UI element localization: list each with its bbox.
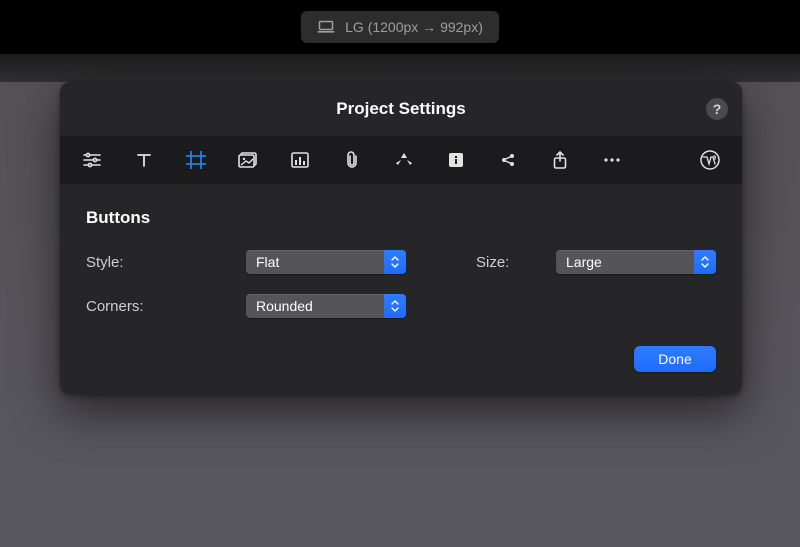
frame-icon[interactable] — [182, 146, 210, 174]
corners-label: Corners: — [86, 298, 246, 315]
size-label: Size: — [476, 254, 556, 271]
size-select[interactable]: Large — [556, 250, 716, 274]
panel-header: Project Settings ? — [60, 82, 742, 136]
info-icon[interactable] — [442, 146, 470, 174]
more-icon[interactable] — [598, 146, 626, 174]
image-icon[interactable] — [234, 146, 262, 174]
chevron-updown-icon — [694, 250, 716, 274]
done-button[interactable]: Done — [634, 346, 716, 372]
export-icon[interactable] — [546, 146, 574, 174]
help-button[interactable]: ? — [706, 98, 728, 120]
breakpoint-label: LG (1200px → 992px) — [345, 19, 483, 35]
done-label: Done — [658, 351, 691, 367]
laptop-icon — [317, 20, 335, 34]
top-menubar: LG (1200px → 992px) — [0, 0, 800, 54]
panel-backdrop — [0, 54, 800, 82]
form-grid: Style: Flat Size: Large Corners: Rounded — [86, 250, 716, 318]
chevron-updown-icon — [384, 294, 406, 318]
style-select[interactable]: Flat — [246, 250, 406, 274]
buttons-section: Buttons Style: Flat Size: Large Corners:… — [60, 184, 742, 318]
style-value: Flat — [256, 254, 279, 270]
sliders-icon[interactable] — [78, 146, 106, 174]
corners-select[interactable]: Rounded — [246, 294, 406, 318]
corners-value: Rounded — [256, 298, 313, 314]
style-label: Style: — [86, 254, 246, 271]
breakpoint-indicator[interactable]: LG (1200px → 992px) — [301, 11, 499, 43]
share-icon[interactable] — [494, 146, 522, 174]
text-icon[interactable] — [130, 146, 158, 174]
wordpress-icon[interactable] — [696, 146, 724, 174]
panel-footer: Done — [60, 318, 742, 372]
project-settings-panel: Project Settings ? — [60, 82, 742, 394]
chart-icon[interactable] — [286, 146, 314, 174]
chevron-updown-icon — [384, 250, 406, 274]
help-icon: ? — [713, 101, 722, 117]
settings-toolbar — [60, 136, 742, 184]
panel-title: Project Settings — [336, 99, 465, 119]
section-title: Buttons — [86, 208, 716, 228]
recycle-icon[interactable] — [390, 146, 418, 174]
size-value: Large — [566, 254, 602, 270]
attachment-icon[interactable] — [338, 146, 366, 174]
